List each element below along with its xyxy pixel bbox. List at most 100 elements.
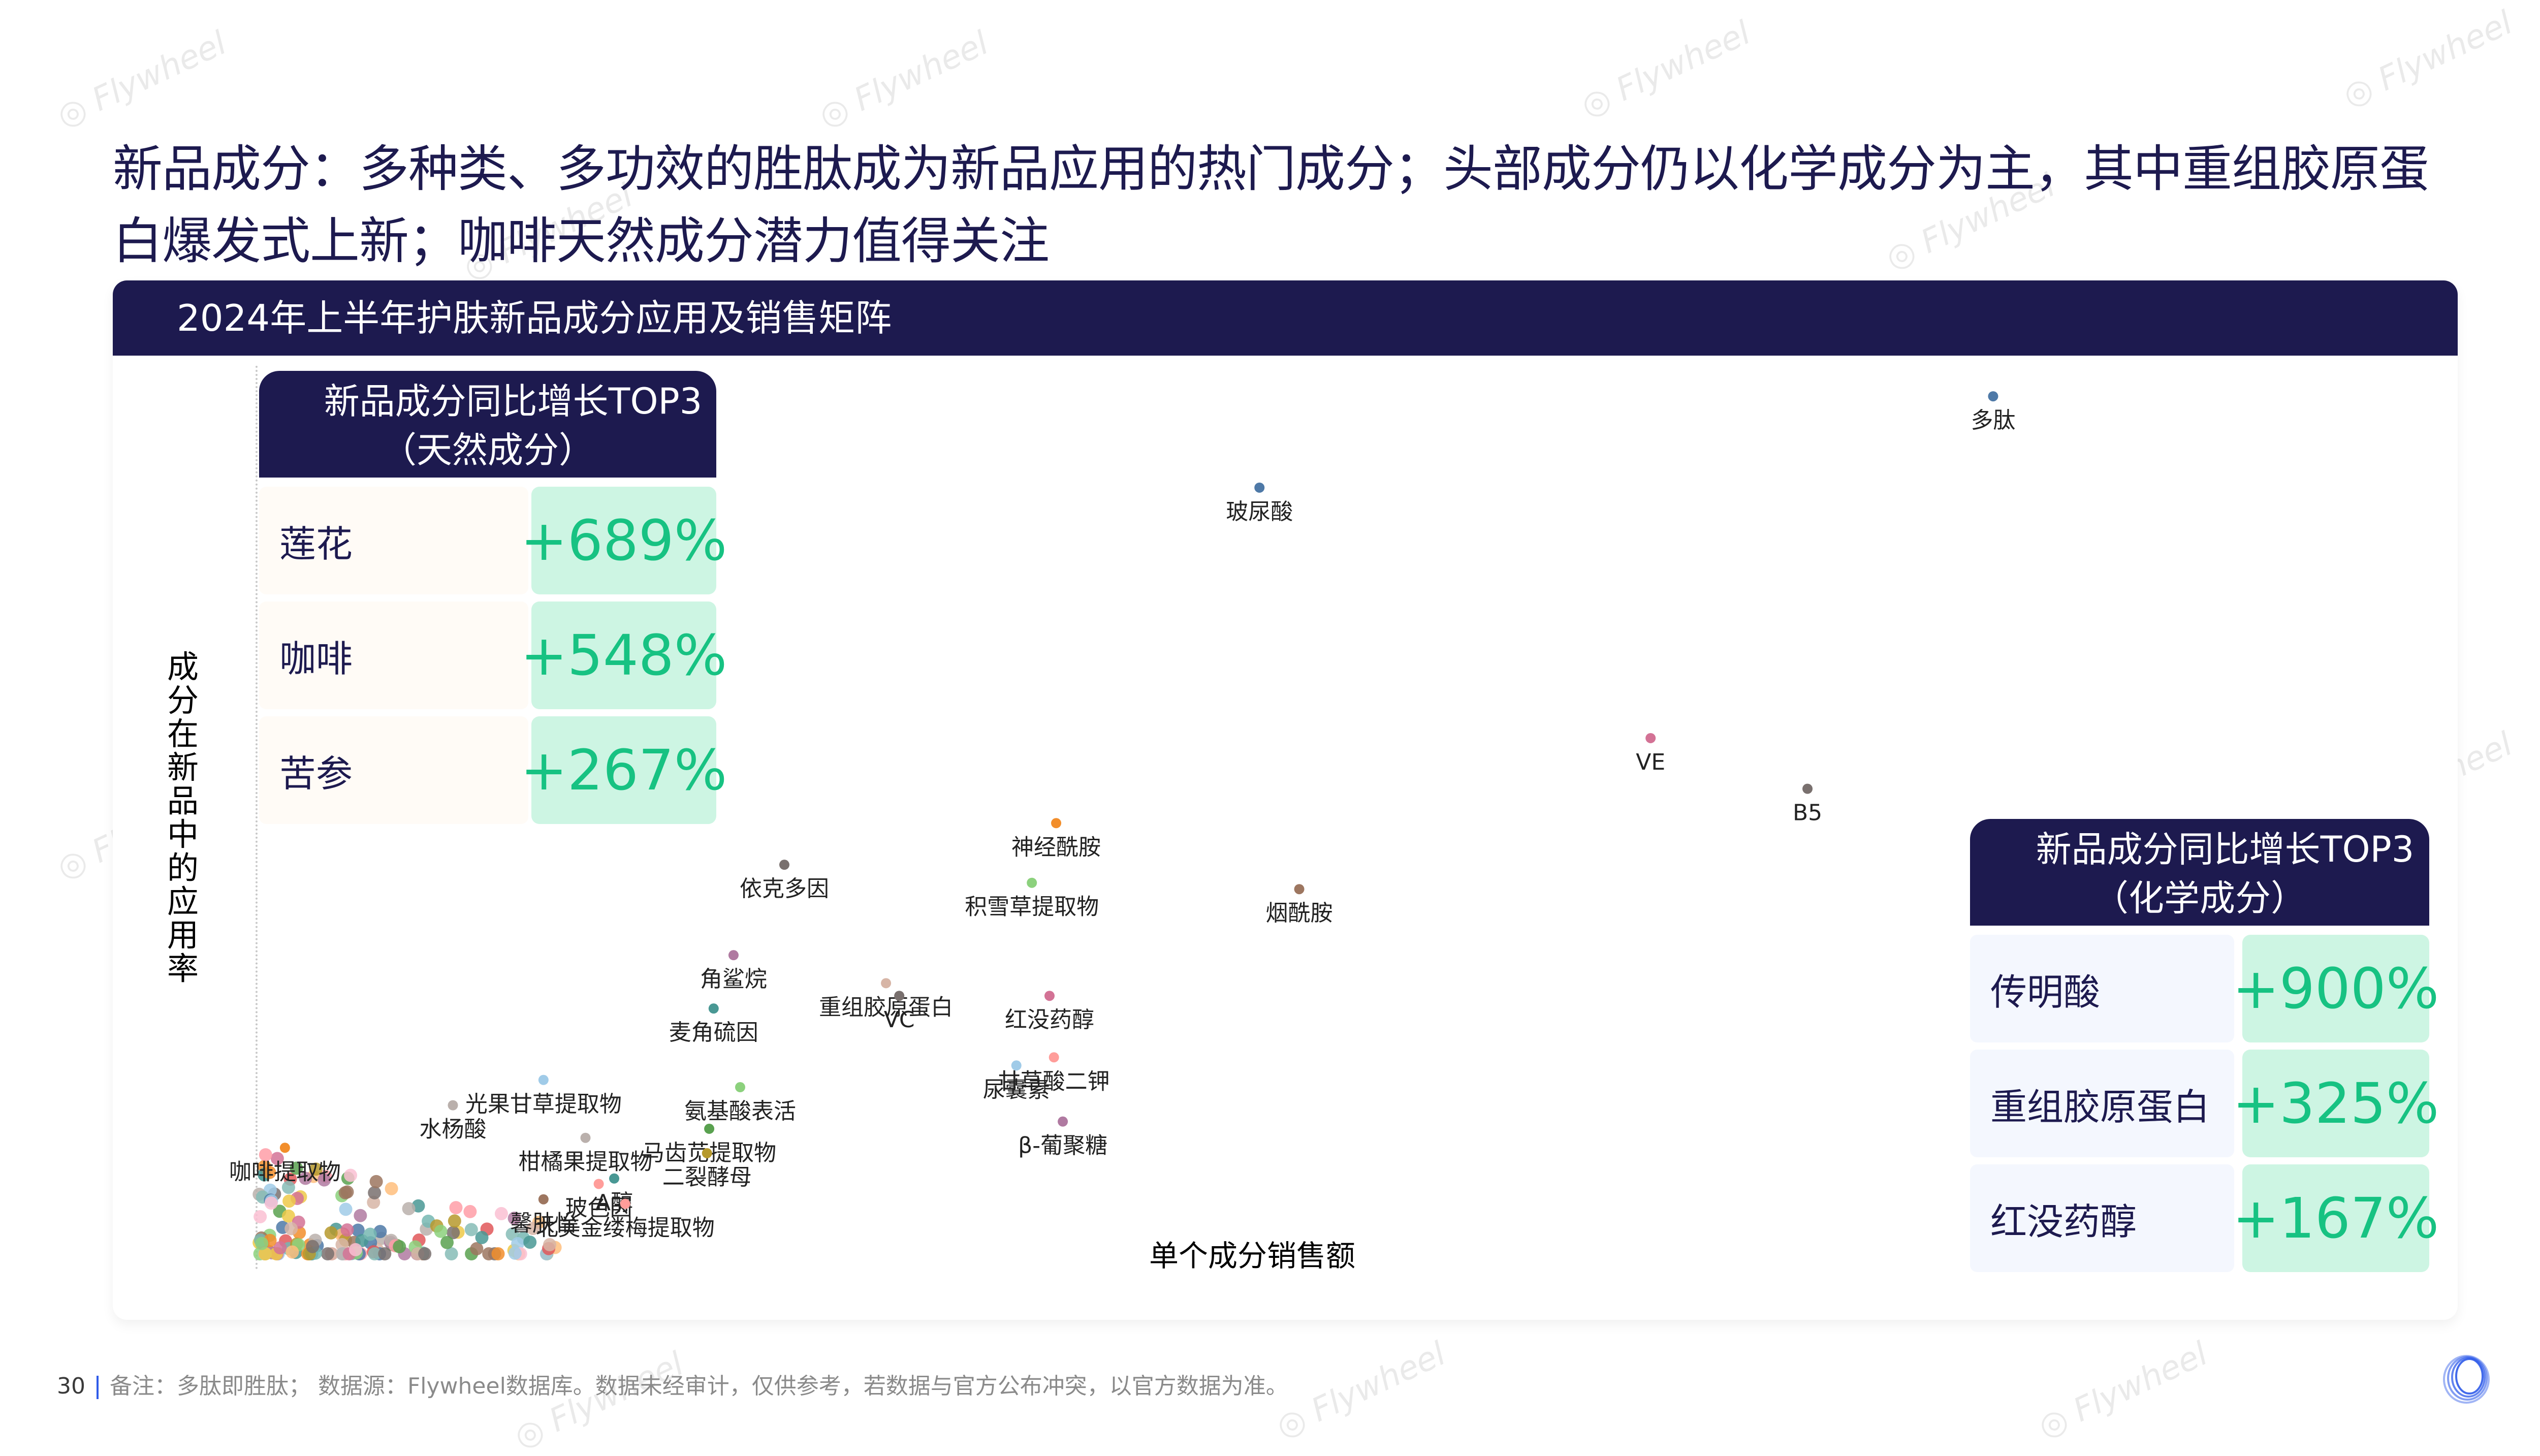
scatter-point-unlabeled	[324, 1226, 338, 1240]
scatter-point-label: β-葡聚糖	[1018, 1133, 1107, 1159]
growth-value: +325%	[2233, 1050, 2439, 1157]
watermark: ◎ Flywheel	[813, 24, 994, 136]
scatter-point	[279, 1143, 290, 1153]
footer-note: 备注：多肽即胜肽； 数据源：Flywheel数据库。数据未经审计，仅供参考，若数…	[110, 1373, 1288, 1399]
scatter-point-label: 依克多因	[740, 876, 829, 902]
scatter-point-unlabeled	[393, 1240, 406, 1253]
scatter-point-unlabeled	[464, 1223, 478, 1237]
scatter-point-label: 玻尿酸	[1226, 499, 1293, 525]
scatter-point	[538, 1194, 549, 1205]
footer: 30 备注：多肽即胜肽； 数据源：Flywheel数据库。数据未经审计，仅供参考，…	[57, 1368, 1288, 1400]
scatter-point	[1011, 1060, 1022, 1071]
scatter-point	[1051, 818, 1062, 829]
top3-natural-subtitle: （天然成分）	[381, 429, 594, 471]
scatter-point-label: VE	[1636, 749, 1665, 775]
scatter-point-unlabeled	[440, 1236, 454, 1249]
scatter-point-unlabeled	[282, 1194, 296, 1208]
scatter-point	[1058, 1116, 1068, 1127]
growth-value: +267%	[521, 716, 727, 824]
top3-chemical-row: 重组胶原蛋白 +325%	[1970, 1050, 2439, 1157]
scatter-point-unlabeled	[463, 1205, 477, 1218]
scatter-point	[593, 1179, 604, 1189]
scatter-point-unlabeled	[449, 1201, 463, 1215]
scatter-point-label: 咖啡提取物	[229, 1159, 341, 1185]
scatter-point-unlabeled	[339, 1202, 353, 1216]
scatter-point-label: 光果甘草提取物	[465, 1091, 622, 1117]
scatter-point	[1802, 783, 1813, 794]
scatter-point	[1645, 733, 1656, 743]
scatter-point-unlabeled	[491, 1247, 505, 1260]
watermark: ◎ Flywheel	[1575, 14, 1756, 125]
top3-chemical-row: 传明酸 +900%	[1970, 935, 2439, 1042]
scatter-point	[728, 950, 739, 961]
scatter-point	[708, 1003, 719, 1014]
scatter-point-label: 积雪草提取物	[965, 894, 1099, 920]
scatter-point-label: 神经酰胺	[1011, 834, 1101, 860]
top3-natural-row: 莲花 +689%	[259, 487, 727, 594]
scatter-point	[894, 991, 905, 1001]
top3-chemical-row: 红没药醇 +167%	[1970, 1164, 2439, 1272]
scatter-point-unlabeled	[253, 1210, 267, 1223]
scatter-point-unlabeled	[255, 1237, 269, 1250]
top3-chemical-title: 新品成分同比增长TOP3	[2036, 829, 2415, 870]
scatter-point	[1027, 877, 1037, 888]
growth-value: +548%	[521, 602, 727, 709]
scatter-point	[1254, 482, 1265, 493]
watermark: ◎ Flywheel	[1271, 1335, 1451, 1446]
scatter-point-unlabeled	[448, 1214, 461, 1228]
scatter-point-unlabeled	[306, 1240, 320, 1253]
scatter-point	[1049, 1052, 1059, 1063]
watermark: ◎ Flywheel	[2337, 4, 2518, 115]
scatter-point-label: 水杨酸	[420, 1117, 487, 1143]
card-header: 2024年上半年护肤新品成分应用及销售矩阵	[113, 280, 2458, 356]
scatter-point	[779, 860, 789, 870]
page-number: 30	[57, 1373, 85, 1399]
scatter-point-label: 多肽	[1971, 407, 2015, 433]
scatter-point	[1988, 391, 1998, 402]
scatter-point	[448, 1100, 458, 1111]
scatter-point-label: 红没药醇	[1005, 1007, 1094, 1033]
scatter-point	[704, 1123, 715, 1134]
scatter-point-unlabeled	[378, 1247, 392, 1260]
scatter-point-label: 烟酰胺	[1266, 900, 1333, 926]
scatter-point-unlabeled	[369, 1175, 383, 1188]
scatter-point-unlabeled	[348, 1243, 362, 1256]
scatter-point-unlabeled	[470, 1242, 484, 1256]
card-title: 2024年上半年护肤新品成分应用及销售矩阵	[177, 297, 892, 339]
ingredient-name: 咖啡	[259, 602, 528, 709]
footer-divider	[97, 1376, 99, 1399]
top3-chemical-header: 新品成分同比增长TOP3 （化学成分）	[1970, 819, 2429, 926]
page-headline: 新品成分：多种类、多功效的胜肽成为新品应用的热门成分；头部成分仍以化学成分为主，…	[113, 140, 2429, 270]
y-axis-label: 成分在新品中的应用率	[167, 648, 199, 987]
ingredient-name: 苦参	[259, 716, 528, 824]
growth-value: +900%	[2233, 935, 2439, 1042]
scatter-point-unlabeled	[418, 1247, 432, 1260]
scatter-point-unlabeled	[475, 1230, 489, 1244]
scatter-point-label: 柑橘果提取物	[519, 1149, 653, 1175]
ingredient-name: 莲花	[259, 487, 528, 594]
scatter-point-label: 氨基酸表活	[684, 1098, 796, 1124]
top3-natural-panel: 新品成分同比增长TOP3 （天然成分） 莲花 +689% 咖啡 +548% 苦参…	[259, 371, 727, 828]
scatter-point-label: 麦角硫因	[669, 1020, 758, 1046]
scatter-point	[702, 1148, 712, 1158]
scatter-point-unlabeled	[363, 1227, 377, 1241]
scatter-point-label: 北美金缕梅提取物	[536, 1215, 715, 1241]
scatter-point-unlabeled	[285, 1245, 299, 1259]
top3-natural-title: 新品成分同比增长TOP3	[324, 381, 703, 422]
scatter-point-label: B5	[1793, 800, 1822, 826]
top3-chemical-subtitle: （化学成分）	[2093, 877, 2306, 919]
scatter-point-unlabeled	[344, 1168, 358, 1182]
scatter-point-unlabeled	[523, 1236, 537, 1249]
watermark: ◎ Flywheel	[51, 24, 232, 136]
watermark: ◎ Flywheel	[509, 1345, 689, 1456]
scatter-point-unlabeled	[264, 1196, 278, 1210]
top3-natural-row: 咖啡 +548%	[259, 602, 727, 709]
scatter-point	[620, 1198, 630, 1209]
growth-value: +689%	[521, 487, 727, 594]
top3-chemical-panel: 新品成分同比增长TOP3 （化学成分） 传明酸 +900% 重组胶原蛋白 +32…	[1970, 819, 2439, 1276]
scatter-point	[609, 1173, 620, 1184]
flywheel-logo-icon	[2443, 1355, 2490, 1404]
scatter-point	[538, 1074, 549, 1085]
scatter-point-label: 二裂酵母	[662, 1164, 752, 1190]
growth-value: +167%	[2233, 1164, 2439, 1272]
